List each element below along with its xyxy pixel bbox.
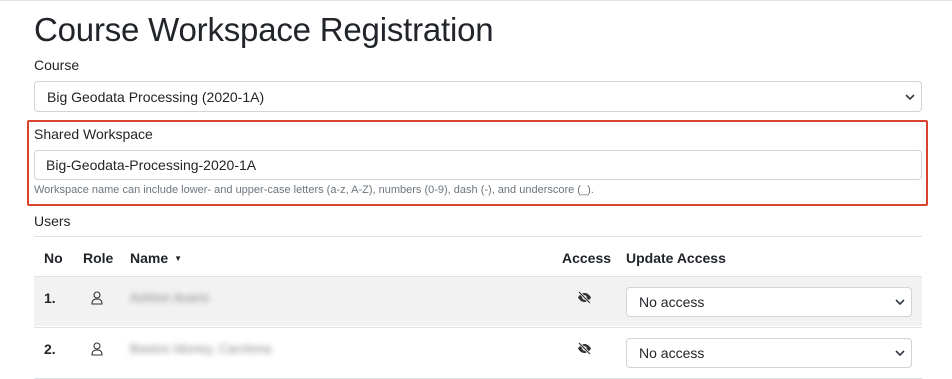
course-select[interactable]: Big Geodata Processing (2020-1A) <box>34 81 922 112</box>
users-label: Users <box>34 213 71 229</box>
user-icon <box>91 291 103 305</box>
column-header-role: Role <box>83 250 114 266</box>
workspace-help-text: Workspace name can include lower- and up… <box>34 184 594 196</box>
shared-workspace-value: Big-Geodata-Processing-2020-1A <box>46 157 257 173</box>
page-title: Course Workspace Registration <box>34 11 494 48</box>
sort-caret-icon: ▼ <box>174 254 183 263</box>
update-access-value: No access <box>639 294 705 310</box>
shared-workspace-input[interactable]: Big-Geodata-Processing-2020-1A <box>34 150 922 180</box>
top-divider <box>0 0 952 1</box>
chevron-down-icon <box>895 350 905 357</box>
course-label: Course <box>34 57 80 73</box>
shared-workspace-label: Shared Workspace <box>34 126 153 142</box>
column-header-name[interactable]: Name ▼ <box>130 250 182 266</box>
update-access-select[interactable]: No access <box>626 287 912 317</box>
table-row: 2. Bastos Idoney, Carolona No access <box>34 328 922 377</box>
table-row: 1. Ashton Avans No access <box>34 277 922 326</box>
column-header-access: Access <box>562 250 612 266</box>
row-number: 2. <box>44 341 56 357</box>
user-icon <box>91 342 103 356</box>
chevron-down-icon <box>895 299 905 306</box>
chevron-down-icon <box>905 93 915 100</box>
update-access-select[interactable]: No access <box>626 338 912 368</box>
update-access-value: No access <box>639 345 705 361</box>
eye-slash-icon <box>578 342 591 355</box>
column-header-name-label: Name <box>130 250 169 266</box>
column-header-update-access: Update Access <box>626 250 726 266</box>
user-name: Bastos Idoney, Carolona <box>130 341 272 356</box>
row-number: 1. <box>44 290 56 306</box>
eye-slash-icon <box>578 291 591 304</box>
column-header-no: No <box>44 250 63 266</box>
users-divider <box>34 236 922 237</box>
user-name: Ashton Avans <box>130 290 210 305</box>
course-select-value: Big Geodata Processing (2020-1A) <box>47 88 265 105</box>
